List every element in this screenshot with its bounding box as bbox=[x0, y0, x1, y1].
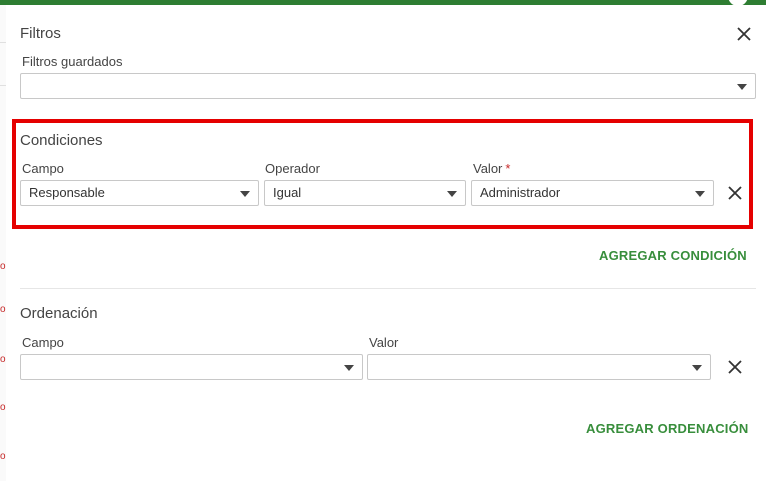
ordering-valor-select[interactable] bbox=[367, 354, 711, 380]
add-condition-button[interactable]: AGREGAR CONDICIÓN bbox=[599, 248, 747, 263]
condition-campo-label: Campo bbox=[22, 161, 64, 176]
close-icon[interactable] bbox=[735, 25, 753, 43]
remove-ordering-icon[interactable] bbox=[727, 359, 743, 375]
condition-operador-value: Igual bbox=[273, 185, 302, 200]
condition-valor-label-text: Valor bbox=[473, 161, 503, 176]
section-divider bbox=[20, 288, 756, 289]
condition-valor-value: Administrador bbox=[480, 185, 561, 200]
chevron-down-icon bbox=[344, 365, 354, 371]
chevron-down-icon bbox=[695, 191, 705, 197]
dialog-title: Filtros bbox=[20, 25, 61, 42]
chevron-down-icon bbox=[447, 191, 457, 197]
chevron-down-icon bbox=[240, 191, 250, 197]
condition-valor-select[interactable]: Administrador bbox=[471, 180, 714, 206]
ordering-valor-label: Valor bbox=[369, 335, 399, 350]
condition-valor-label: Valor * bbox=[473, 161, 510, 176]
ordering-title: Ordenación bbox=[20, 305, 98, 322]
saved-filters-label: Filtros guardados bbox=[22, 54, 123, 69]
chevron-down-icon bbox=[737, 84, 747, 90]
saved-filters-select[interactable] bbox=[20, 73, 756, 99]
condition-campo-value: Responsable bbox=[29, 185, 105, 200]
ordering-campo-select[interactable] bbox=[20, 354, 363, 380]
ordering-campo-label: Campo bbox=[22, 335, 64, 350]
conditions-highlight-box bbox=[12, 119, 753, 229]
condition-operador-label: Operador bbox=[265, 161, 320, 176]
filters-dialog: Filtros Filtros guardados Condiciones Ca… bbox=[6, 5, 766, 481]
remove-condition-icon[interactable] bbox=[727, 185, 743, 201]
condition-campo-select[interactable]: Responsable bbox=[20, 180, 259, 206]
conditions-title: Condiciones bbox=[20, 132, 103, 149]
condition-operador-select[interactable]: Igual bbox=[264, 180, 466, 206]
add-ordering-button[interactable]: AGREGAR ORDENACIÓN bbox=[586, 421, 749, 436]
chevron-down-icon bbox=[692, 365, 702, 371]
required-asterisk: * bbox=[505, 161, 511, 176]
